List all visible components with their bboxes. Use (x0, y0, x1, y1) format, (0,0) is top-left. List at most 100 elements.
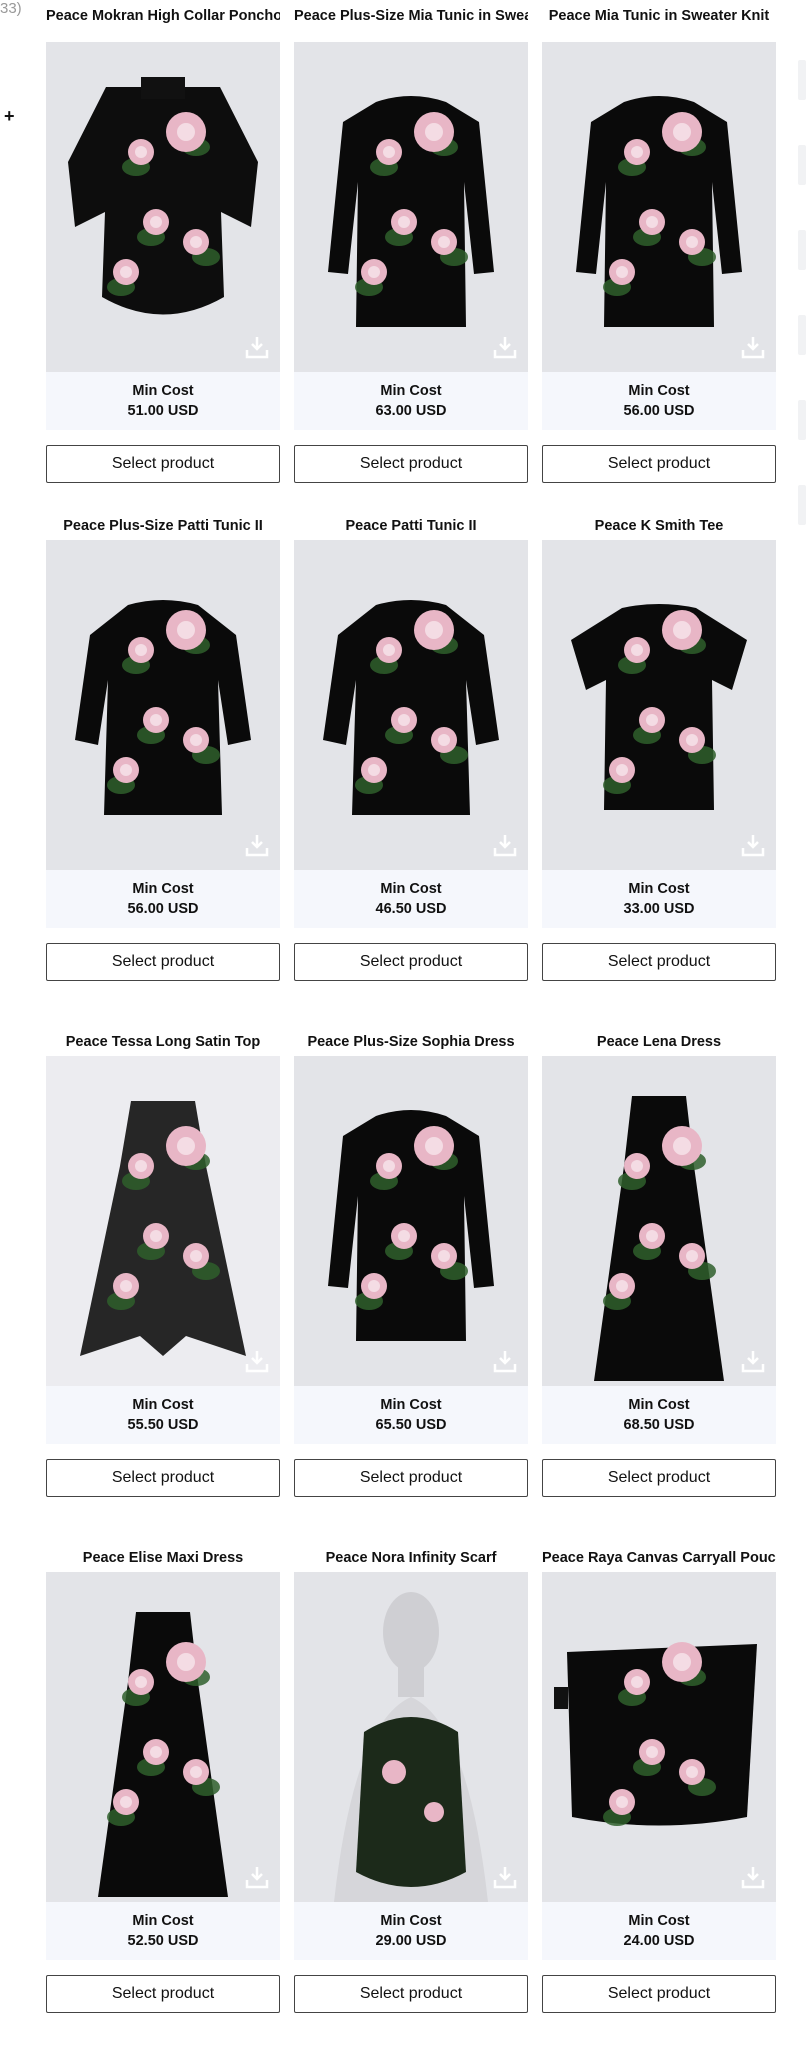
price-block: Min Cost 51.00 USD (46, 372, 280, 430)
product-title[interactable]: Peace Nora Infinity Scarf (294, 1544, 528, 1572)
product-title[interactable]: Peace Mia Tunic in Sweater Knit (542, 0, 776, 42)
price-block: Min Cost 63.00 USD (294, 372, 528, 430)
product-title[interactable]: Peace Tessa Long Satin Top (46, 1028, 280, 1056)
product-image[interactable] (542, 1572, 776, 1902)
product-title[interactable]: Peace K Smith Tee (542, 512, 776, 540)
product-image[interactable] (542, 540, 776, 870)
price-block: Min Cost 55.50 USD (46, 1386, 280, 1444)
product-card: Peace Plus-Size Sophia Dress Min Cost 65.5… (294, 1016, 528, 1532)
product-title[interactable]: Peace Plus-Size Mia Tunic in Sweater Kni… (294, 0, 528, 42)
download-icon[interactable] (740, 1864, 766, 1890)
product-image-art (594, 1096, 724, 1381)
price-block: Min Cost 68.50 USD (542, 1386, 776, 1444)
select-product-button[interactable]: Select product (46, 1975, 280, 2013)
price-block: Min Cost 65.50 USD (294, 1386, 528, 1444)
price-value: 63.00 USD (375, 403, 447, 419)
min-cost-label: Min Cost (628, 383, 690, 399)
select-product-button[interactable]: Select product (294, 1975, 528, 2013)
price-value: 29.00 USD (375, 1933, 447, 1949)
select-product-button[interactable]: Select product (542, 1975, 776, 2013)
product-image[interactable] (542, 1056, 776, 1386)
product-image-art (68, 77, 258, 315)
right-side-panel-edge (794, 60, 808, 570)
select-product-button[interactable]: Select product (542, 445, 776, 483)
select-product-button[interactable]: Select product (542, 1459, 776, 1497)
price-block: Min Cost 52.50 USD (46, 1902, 280, 1960)
download-icon[interactable] (492, 1864, 518, 1890)
product-title[interactable]: Peace Elise Maxi Dress (46, 1544, 280, 1572)
price-block: Min Cost 46.50 USD (294, 870, 528, 928)
price-value: 24.00 USD (623, 1933, 695, 1949)
price-block: Min Cost 56.00 USD (542, 372, 776, 430)
product-card: Peace K Smith Tee Min Cost 33.00 USD Select… (542, 500, 776, 1016)
min-cost-label: Min Cost (380, 383, 442, 399)
product-title[interactable]: Peace Plus-Size Sophia Dress (294, 1028, 528, 1056)
product-image[interactable] (46, 1056, 280, 1386)
product-card: Peace Mokran High Collar Poncho Min Cost 5… (46, 0, 280, 500)
product-card: Peace Patti Tunic II Min Cost 46.50 USD Sel… (294, 500, 528, 1016)
product-grid: Peace Mokran High Collar Poncho Min Cost 5… (46, 0, 776, 2048)
download-icon[interactable] (492, 832, 518, 858)
price-value: 33.00 USD (623, 901, 695, 917)
min-cost-label: Min Cost (628, 881, 690, 897)
download-icon[interactable] (492, 334, 518, 360)
min-cost-label: Min Cost (380, 1913, 442, 1929)
price-value: 68.50 USD (623, 1417, 695, 1433)
product-image-art (334, 1592, 488, 1902)
price-value: 65.50 USD (375, 1417, 447, 1433)
download-icon[interactable] (244, 1864, 270, 1890)
select-product-button[interactable]: Select product (46, 943, 280, 981)
left-cut-text: 33) (0, 0, 22, 17)
min-cost-label: Min Cost (628, 1397, 690, 1413)
product-title[interactable]: Peace Plus-Size Patti Tunic II (46, 512, 280, 540)
min-cost-label: Min Cost (132, 383, 194, 399)
product-card: Peace Nora Infinity Scarf Min Cost 29.00 U… (294, 1532, 528, 2048)
price-block: Min Cost 33.00 USD (542, 870, 776, 928)
product-image-art (75, 600, 251, 815)
product-title[interactable]: Peace Patti Tunic II (294, 512, 528, 540)
min-cost-label: Min Cost (628, 1913, 690, 1929)
price-value: 55.50 USD (127, 1417, 199, 1433)
product-image[interactable] (294, 540, 528, 870)
product-image[interactable] (46, 42, 280, 372)
product-image[interactable] (46, 540, 280, 870)
select-product-button[interactable]: Select product (294, 445, 528, 483)
product-image-art (328, 96, 494, 327)
download-icon[interactable] (740, 1348, 766, 1374)
download-icon[interactable] (492, 1348, 518, 1374)
product-image-art (328, 1110, 494, 1341)
min-cost-label: Min Cost (380, 881, 442, 897)
product-card: Peace Plus-Size Mia Tunic in Sweater Kni… (294, 0, 528, 500)
product-image[interactable] (542, 42, 776, 372)
product-image[interactable] (46, 1572, 280, 1902)
plus-icon[interactable]: + (4, 106, 15, 127)
download-icon[interactable] (740, 832, 766, 858)
product-title[interactable]: Peace Mokran High Collar Poncho (46, 0, 280, 42)
product-image[interactable] (294, 1572, 528, 1902)
product-image-art (571, 604, 747, 810)
download-icon[interactable] (244, 1348, 270, 1374)
select-product-button[interactable]: Select product (542, 943, 776, 981)
product-card: Peace Mia Tunic in Sweater Knit Min Cost 5… (542, 0, 776, 500)
product-title[interactable]: Peace Lena Dress (542, 1028, 776, 1056)
product-card: Peace Raya Canvas Carryall Pouch Min Cost… (542, 1532, 776, 2048)
select-product-button[interactable]: Select product (294, 1459, 528, 1497)
download-icon[interactable] (740, 334, 766, 360)
price-block: Min Cost 29.00 USD (294, 1902, 528, 1960)
product-image[interactable] (294, 1056, 528, 1386)
select-product-button[interactable]: Select product (294, 943, 528, 981)
price-value: 46.50 USD (375, 901, 447, 917)
price-block: Min Cost 56.00 USD (46, 870, 280, 928)
select-product-button[interactable]: Select product (46, 1459, 280, 1497)
product-card: Peace Tessa Long Satin Top Min Cost 55.50 … (46, 1016, 280, 1532)
price-value: 52.50 USD (127, 1933, 199, 1949)
product-image-art (98, 1612, 228, 1897)
download-icon[interactable] (244, 334, 270, 360)
min-cost-label: Min Cost (132, 1913, 194, 1929)
product-image-art (576, 96, 742, 327)
product-title[interactable]: Peace Raya Canvas Carryall Pouch (542, 1544, 776, 1572)
product-image[interactable] (294, 42, 528, 372)
select-product-button[interactable]: Select product (46, 445, 280, 483)
price-value: 56.00 USD (127, 901, 199, 917)
download-icon[interactable] (244, 832, 270, 858)
